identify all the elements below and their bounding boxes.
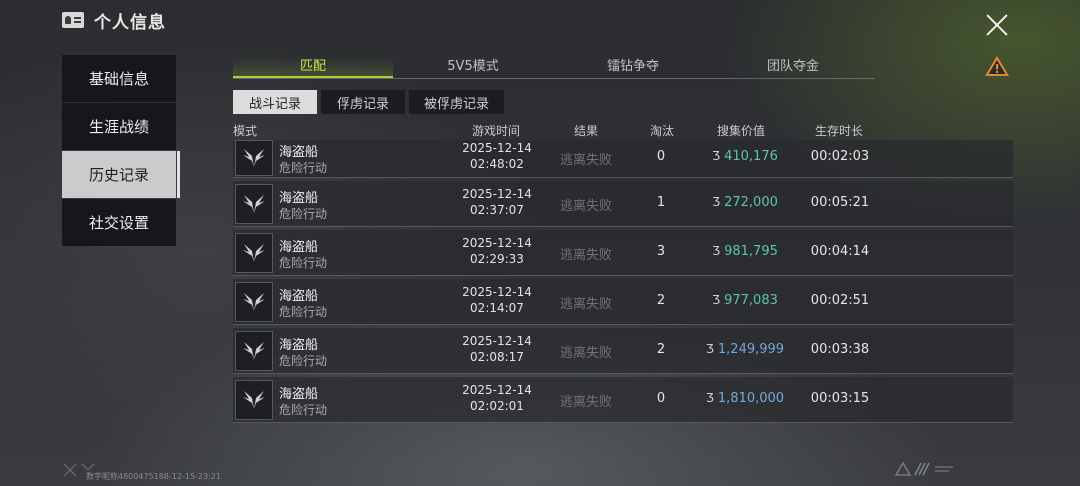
kills-count: 1: [656, 195, 666, 210]
coin-icon: Ʒ: [712, 149, 721, 163]
survive-duration: 00:02:03: [810, 149, 870, 164]
sidebar: 基础信息 生涯战绩 历史记录 社交设置: [62, 55, 180, 247]
coin-icon: Ʒ: [712, 244, 721, 258]
sidebar-item-label: 生涯战绩: [88, 118, 149, 136]
sidebar-item-career-stats[interactable]: 生涯战绩: [62, 103, 176, 150]
game-time: 02:08:17: [470, 350, 524, 364]
header: 个人信息: [62, 8, 166, 33]
kills-count: 0: [656, 391, 666, 406]
mode-emblem-icon: [235, 140, 273, 176]
tab-team-gold[interactable]: 团队夺金: [713, 57, 873, 78]
result-text: 逃离失败: [559, 297, 612, 312]
game-date: 2025-12-14: [462, 141, 532, 155]
sidebar-item-label: 基础信息: [88, 70, 149, 88]
survive-duration: 00:04:14: [810, 244, 870, 259]
game-time: 02:02:01: [470, 399, 524, 413]
result-text: 逃离失败: [559, 395, 612, 410]
result-text: 逃离失败: [559, 346, 612, 361]
kills-count: 3: [656, 244, 666, 259]
survive-duration: 00:03:38: [810, 342, 870, 357]
table-row[interactable]: 海盗船 危险行动 2025-12-14 02:37:07 逃离失败 1 Ʒ 272…: [233, 181, 1013, 227]
mode-emblem-icon: [235, 331, 273, 371]
sidebar-item-social-settings[interactable]: 社交设置: [62, 199, 176, 246]
mode-name: 危险行动: [279, 354, 328, 368]
collected-value: Ʒ 977,083: [712, 293, 778, 308]
tab-5v5[interactable]: 5V5模式: [393, 57, 553, 78]
record-subtabs: 战斗记录 俘虏记录 被俘虏记录: [233, 90, 504, 114]
id-card-icon: [62, 12, 84, 28]
sidebar-item-label: 社交设置: [88, 214, 149, 232]
table-row[interactable]: 海盗船 危险行动 2025-12-14 02:02:01 逃离失败 0 Ʒ 1,8…: [233, 377, 1013, 423]
map-name: 海盗船: [279, 338, 319, 353]
mode-tabs: 匹配 5V5模式 镭钻争夺 团队夺金: [233, 57, 875, 79]
mode-name: 危险行动: [279, 161, 328, 175]
map-name: 海盗船: [279, 387, 319, 402]
survive-duration: 00:03:15: [810, 391, 870, 406]
page-title: 个人信息: [94, 12, 166, 33]
map-name: 海盗船: [279, 145, 319, 160]
close-button[interactable]: [985, 13, 1009, 37]
tab-radium-drill[interactable]: 镭钻争夺: [553, 57, 713, 78]
table-row[interactable]: 海盗船 危险行动 2025-12-14 02:08:17 逃离失败 2 Ʒ 1,2…: [233, 328, 1013, 374]
sidebar-item-history[interactable]: 历史记录: [62, 151, 180, 198]
coin-icon: Ʒ: [712, 195, 721, 209]
mode-name: 危险行动: [279, 403, 328, 417]
column-header-survive: 生存时长: [815, 124, 864, 138]
column-header-mode: 模式: [233, 124, 258, 138]
subtab-battle-records[interactable]: 战斗记录: [233, 90, 317, 114]
table-header: 模式 游戏时间 结果 淘汰 搜集价值 生存时长: [233, 122, 1013, 140]
brand-logo-icon: [895, 462, 955, 476]
kills-count: 0: [656, 149, 666, 164]
game-time: 02:37:07: [470, 203, 524, 217]
mode-name: 危险行动: [279, 207, 328, 221]
result-text: 逃离失败: [559, 199, 612, 214]
table-row[interactable]: 海盗船 危险行动 2025-12-14 02:29:33 逃离失败 3 Ʒ 981…: [233, 230, 1013, 276]
player-watermark: 数字昵称4800475188-12-15-23:21: [86, 472, 221, 481]
tab-match[interactable]: 匹配: [233, 57, 393, 78]
map-name: 海盗船: [279, 289, 319, 304]
collected-value: Ʒ 981,795: [712, 244, 778, 259]
history-table: 海盗船 危险行动 2025-12-14 02:48:02 逃离失败 0 Ʒ 410…: [233, 140, 1013, 423]
collected-value: Ʒ 272,000: [712, 195, 778, 210]
sidebar-item-basic-info[interactable]: 基础信息: [62, 55, 176, 102]
mode-emblem-icon: [235, 380, 273, 420]
mode-name: 危险行动: [279, 256, 328, 270]
mode-emblem-icon: [235, 233, 273, 273]
mode-emblem-icon: [235, 282, 273, 322]
coin-icon: Ʒ: [705, 342, 714, 356]
game-time: 02:14:07: [470, 301, 524, 315]
table-row[interactable]: 海盗船 危险行动 2025-12-14 02:14:07 逃离失败 2 Ʒ 977…: [233, 279, 1013, 325]
collected-value: Ʒ 1,249,999: [705, 342, 785, 357]
result-text: 逃离失败: [559, 248, 612, 263]
column-header-result: 结果: [574, 124, 599, 138]
kills-count: 2: [656, 342, 666, 357]
game-date: 2025-12-14: [462, 187, 532, 201]
game-date: 2025-12-14: [462, 236, 532, 250]
mode-name: 危险行动: [279, 305, 328, 319]
survive-duration: 00:02:51: [810, 293, 870, 308]
game-time: 02:29:33: [470, 252, 524, 266]
sidebar-item-label: 历史记录: [88, 166, 149, 184]
map-name: 海盗船: [279, 240, 319, 255]
warning-icon[interactable]: [984, 54, 1010, 78]
game-time: 02:48:02: [470, 157, 524, 171]
column-header-time: 游戏时间: [472, 124, 521, 138]
column-header-value: 搜集价值: [717, 124, 766, 138]
table-row[interactable]: 海盗船 危险行动 2025-12-14 02:48:02 逃离失败 0 Ʒ 410…: [233, 140, 1013, 178]
coin-icon: Ʒ: [712, 293, 721, 307]
subtab-capture-records[interactable]: 俘虏记录: [321, 90, 405, 114]
coin-icon: Ʒ: [705, 391, 714, 405]
game-date: 2025-12-14: [462, 285, 532, 299]
result-text: 逃离失败: [559, 153, 612, 168]
collected-value: Ʒ 410,176: [712, 149, 778, 164]
map-name: 海盗船: [279, 191, 319, 206]
column-header-kills: 淘汰: [650, 124, 675, 138]
kills-count: 2: [656, 293, 666, 308]
subtab-captured-records[interactable]: 被俘虏记录: [409, 90, 504, 114]
mode-emblem-icon: [235, 184, 273, 224]
game-date: 2025-12-14: [462, 334, 532, 348]
survive-duration: 00:05:21: [810, 195, 870, 210]
game-date: 2025-12-14: [462, 383, 532, 397]
collected-value: Ʒ 1,810,000: [705, 391, 785, 406]
